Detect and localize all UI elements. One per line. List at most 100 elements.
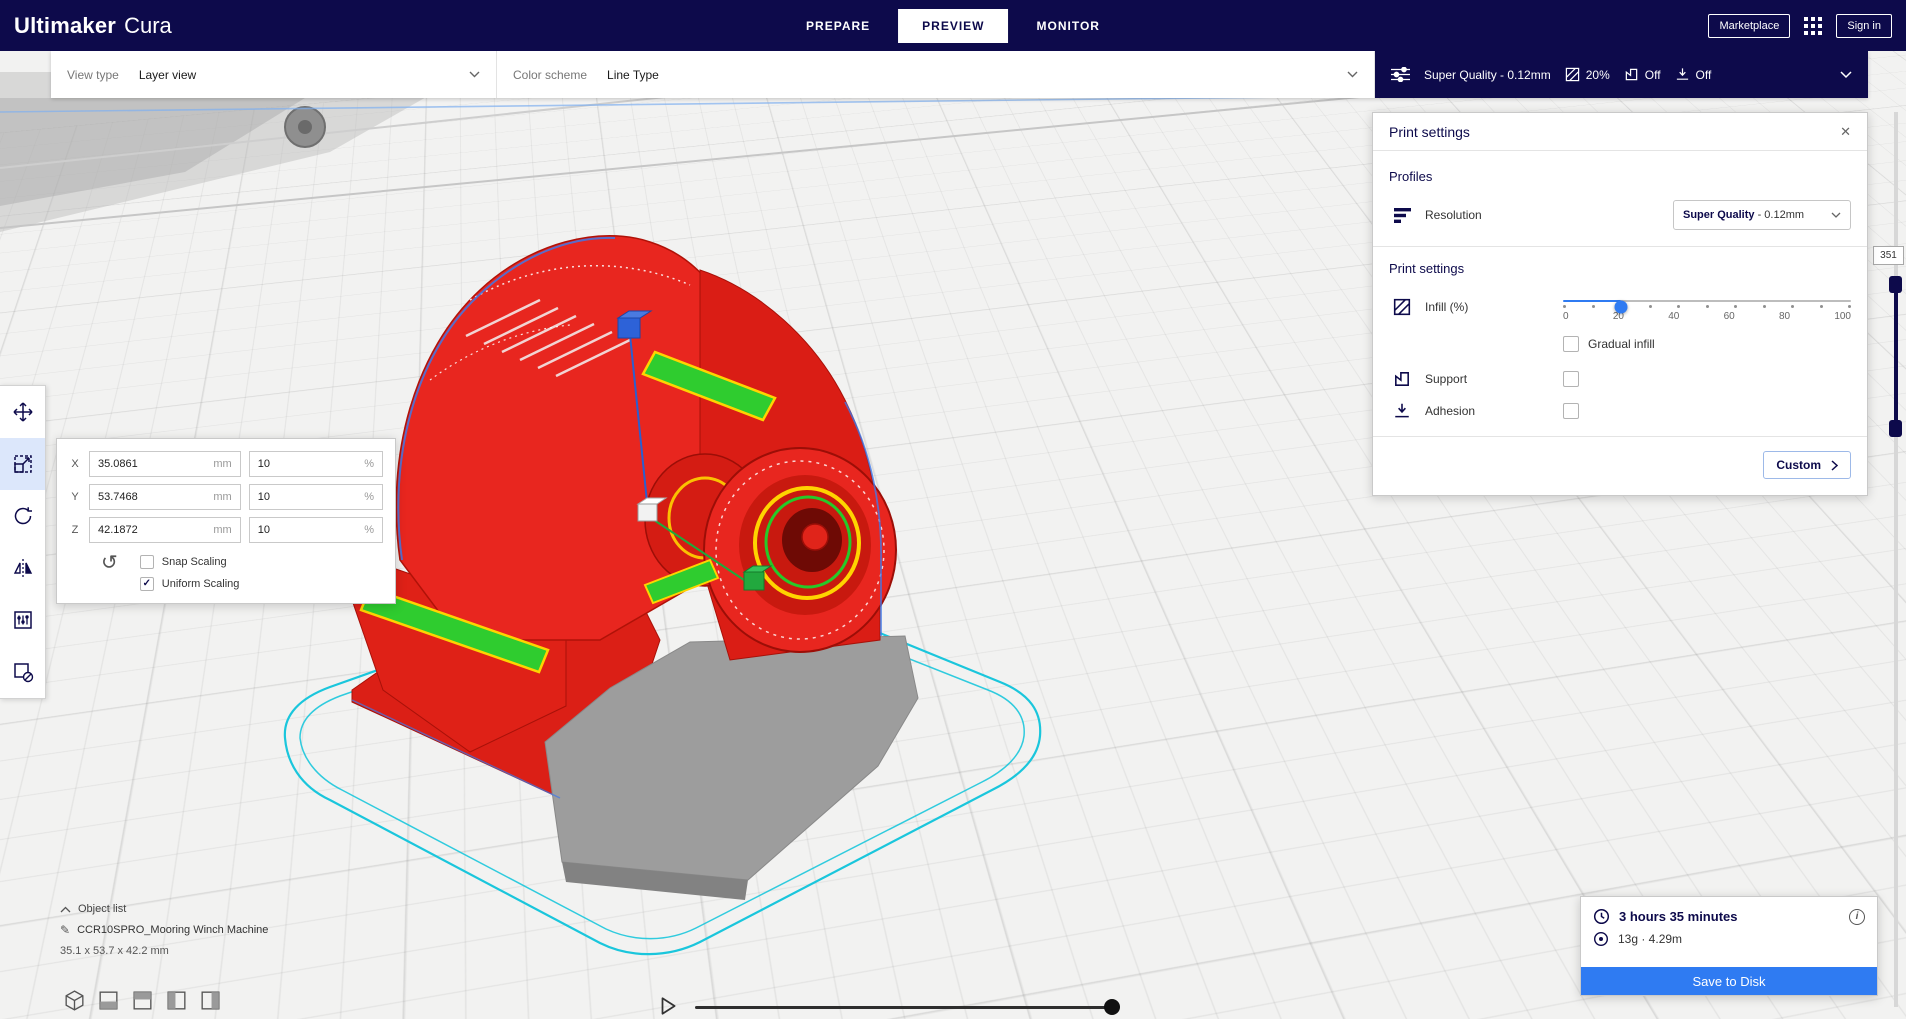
chevron-up-icon: [60, 906, 71, 912]
mirror-tool-button[interactable]: [0, 542, 45, 594]
scale-z-mm-input[interactable]: 42.1872 mm: [89, 517, 241, 543]
sign-in-button[interactable]: Sign in: [1836, 13, 1892, 38]
support-blocker-button[interactable]: [0, 646, 45, 698]
tab-prepare[interactable]: PREPARE: [782, 9, 894, 43]
tab-preview[interactable]: PREVIEW: [898, 8, 1009, 43]
adhesion-row: Adhesion ✓: [1389, 402, 1851, 420]
view-left-button[interactable]: [164, 988, 189, 1013]
uniform-scaling-checkbox[interactable]: ✓: [139, 577, 154, 591]
play-simulation-button[interactable]: [657, 995, 679, 1017]
chevron-down-icon: [1347, 71, 1358, 78]
print-time: 3 hours 35 minutes: [1619, 909, 1738, 924]
scale-tool-button[interactable]: [0, 438, 45, 490]
view-top-icon: [133, 991, 152, 1010]
material-usage: 13g · 4.29m: [1618, 932, 1683, 946]
custom-settings-button[interactable]: Custom: [1763, 451, 1851, 479]
view-front-button[interactable]: [96, 988, 121, 1013]
app-logo: Ultimaker Cura: [14, 13, 172, 39]
infill-icon: [1389, 298, 1415, 316]
chevron-right-icon: [1831, 459, 1838, 471]
infill-slider[interactable]: 0 20 40 60 80 100: [1563, 292, 1851, 322]
color-scheme-dropdown[interactable]: Color scheme Line Type: [497, 51, 1375, 98]
object-list: Object list ✎ CCR10SPRO_Mooring Winch Ma…: [60, 903, 268, 965]
infill-slider-handle[interactable]: [1614, 300, 1628, 314]
divider: [1373, 246, 1867, 247]
color-scheme-value: Line Type: [607, 67, 659, 82]
save-to-disk-button[interactable]: Save to Disk: [1581, 967, 1877, 995]
support-blocker-icon: [13, 663, 33, 683]
support-label: Support: [1425, 372, 1468, 386]
support-checkbox[interactable]: ✓: [1563, 371, 1579, 387]
material-usage-row: 13g · 4.29m: [1581, 928, 1877, 950]
scale-x-mm-input[interactable]: 35.0861 mm: [89, 451, 241, 477]
print-settings-summary-button[interactable]: Super Quality - 0.12mm 20% Off Off: [1375, 51, 1868, 98]
spool-icon: [1593, 931, 1609, 947]
axis-z-label: Z: [71, 524, 79, 536]
view-options-bar: View type Layer view Color scheme Line T…: [51, 51, 1868, 98]
info-icon[interactable]: i: [1849, 908, 1865, 925]
adhesion-checkbox[interactable]: ✓: [1563, 403, 1579, 419]
view-type-dropdown[interactable]: View type Layer view: [51, 51, 497, 98]
view-front-icon: [99, 991, 118, 1010]
scale-x-percent-input[interactable]: 10 %: [248, 451, 383, 477]
infill-slider-track[interactable]: [1563, 300, 1851, 314]
scale-row-y: Y 53.7468 mm 10 %: [69, 484, 383, 510]
view-3d-button[interactable]: [62, 988, 87, 1013]
simulation-slider-handle[interactable]: [1104, 999, 1120, 1015]
infill-row: Infill (%) 0 20 40 60 80 100: [1389, 292, 1851, 322]
object-list-toggle[interactable]: Object list: [60, 903, 268, 915]
view-right-button[interactable]: [198, 988, 223, 1013]
rotate-tool-button[interactable]: [0, 490, 45, 542]
snap-scaling-option: ✓ Snap Scaling: [139, 555, 240, 569]
play-icon: [661, 997, 676, 1015]
gradual-infill-checkbox[interactable]: ✓: [1563, 336, 1579, 352]
view-top-button[interactable]: [130, 988, 155, 1013]
print-settings-section-heading: Print settings: [1389, 261, 1465, 276]
resolution-dropdown[interactable]: Super Quality - 0.12mm: [1673, 200, 1851, 230]
snap-scaling-label: Snap Scaling: [161, 556, 227, 568]
marketplace-button[interactable]: Marketplace: [1708, 13, 1791, 38]
mirror-icon: [13, 559, 32, 577]
color-scheme-label: Color scheme: [513, 67, 588, 82]
chevron-down-icon: [1840, 70, 1852, 78]
support-icon: [1389, 370, 1415, 388]
support-row: Support ✓: [1389, 370, 1851, 388]
gradual-infill-row: ✓ Gradual infill: [1563, 336, 1851, 352]
summary-support: Off: [1624, 67, 1661, 82]
move-tool-button[interactable]: [0, 386, 45, 438]
view-type-label: View type: [67, 67, 119, 82]
scale-y-mm-input[interactable]: 53.7468 mm: [89, 484, 241, 510]
view-3d-icon: [65, 990, 84, 1011]
summary-adhesion: Off: [1675, 67, 1711, 82]
object-dimensions-row: 35.1 x 53.7 x 42.2 mm: [60, 945, 268, 957]
layer-slider-bottom-handle[interactable]: [1889, 420, 1902, 437]
summary-infill: 20%: [1565, 67, 1610, 82]
reset-scale-button[interactable]: ↺: [101, 553, 118, 573]
infill-tick-labels: 0 20 40 60 80 100: [1563, 311, 1851, 322]
print-settings-header: Print settings ✕: [1373, 113, 1867, 151]
object-name: CCR10SPRO_Mooring Winch Machine: [77, 924, 269, 936]
view-type-value: Layer view: [138, 67, 197, 82]
scale-icon: [13, 455, 32, 473]
header-actions: Marketplace Sign in: [1708, 13, 1892, 38]
adhesion-label: Adhesion: [1425, 404, 1476, 418]
layer-slider-top-handle[interactable]: [1889, 276, 1902, 293]
per-model-settings-button[interactable]: [0, 594, 45, 646]
layer-slider-range[interactable]: [1894, 288, 1898, 426]
summary-profile: Super Quality - 0.12mm: [1424, 67, 1551, 82]
apps-grid-icon[interactable]: [1804, 16, 1823, 35]
close-icon[interactable]: ✕: [1840, 124, 1851, 140]
scale-row-z: Z 42.1872 mm 10 %: [69, 517, 383, 543]
scale-y-percent-input[interactable]: 10 %: [248, 484, 383, 510]
uniform-scaling-label: Uniform Scaling: [161, 578, 240, 590]
chevron-down-icon: [1831, 212, 1841, 218]
scale-z-percent-input[interactable]: 10 %: [248, 517, 383, 543]
snap-scaling-checkbox[interactable]: ✓: [139, 555, 154, 569]
scale-tool-panel: X 35.0861 mm 10 % Y 53.7468 mm 10 % Z 42…: [56, 438, 396, 604]
object-list-item[interactable]: ✎ CCR10SPRO_Mooring Winch Machine: [60, 923, 268, 937]
object-dimensions: 35.1 x 53.7 x 42.2 mm: [60, 945, 169, 957]
simulation-slider-track[interactable]: [695, 1006, 1118, 1009]
tab-monitor[interactable]: MONITOR: [1013, 9, 1124, 43]
stage-tabs: PREPARE PREVIEW MONITOR: [782, 0, 1124, 51]
per-model-settings-icon: [13, 611, 32, 629]
